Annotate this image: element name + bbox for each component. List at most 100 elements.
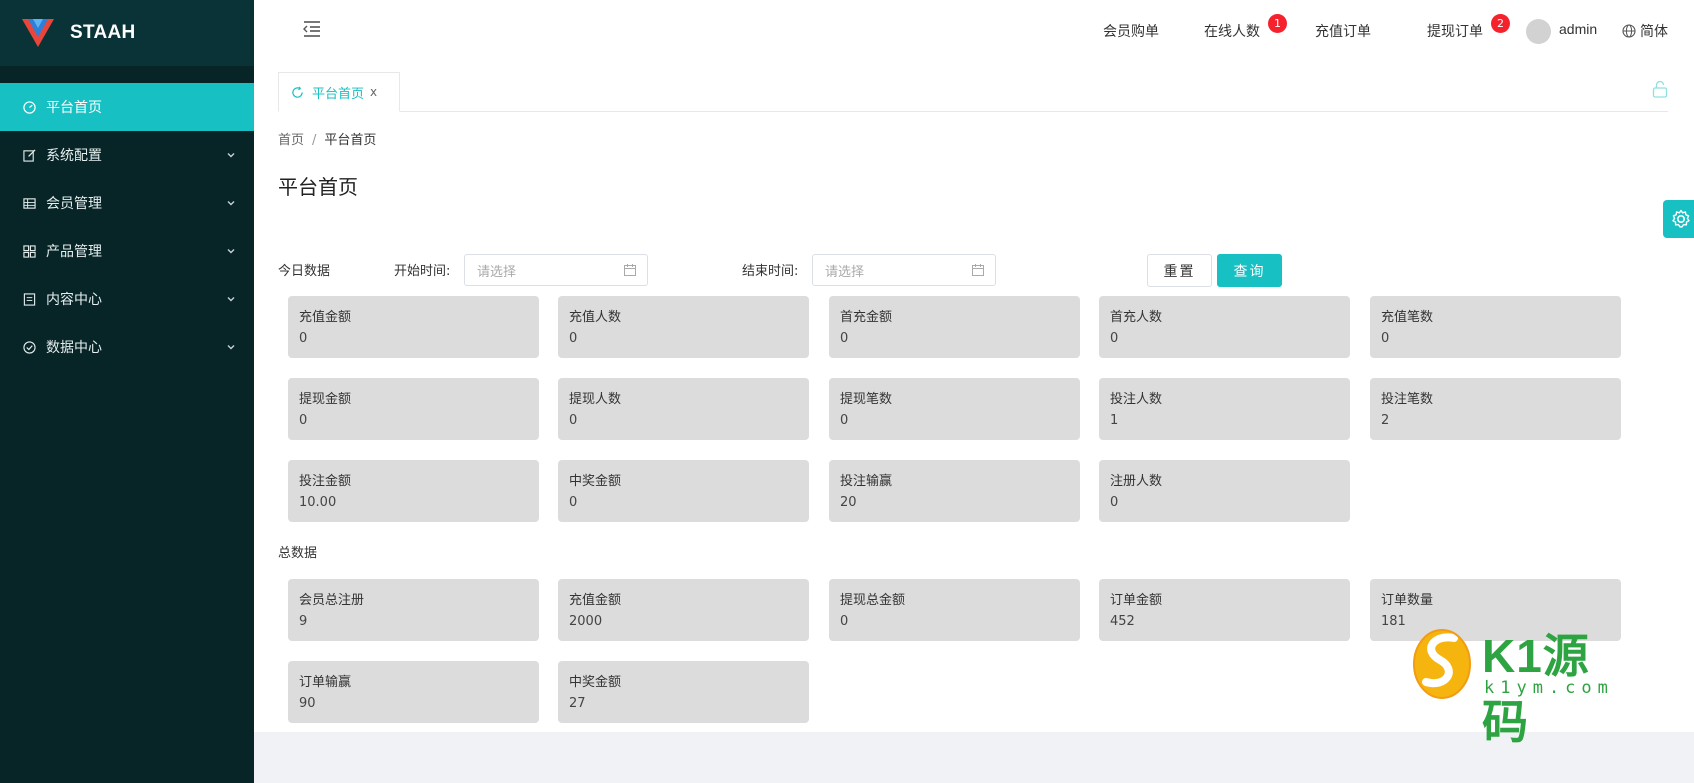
stat-card: 首充人数 0 (1099, 296, 1350, 358)
brand-name: STAAH (70, 22, 136, 43)
menu-collapse-icon[interactable] (302, 19, 322, 39)
page-title: 平台首页 (278, 175, 358, 199)
query-button[interactable]: 查询 (1217, 254, 1282, 287)
stat-value: 1 (1110, 413, 1119, 428)
today-section-label: 今日数据 (278, 264, 331, 279)
language-label: 简体 (1640, 24, 1668, 40)
stat-label: 中奖金额 (569, 474, 622, 489)
sidebar-item-label: 产品管理 (46, 244, 102, 260)
edit-icon (22, 148, 36, 162)
stat-label: 注册人数 (1110, 474, 1163, 489)
stat-card: 投注人数 1 (1099, 378, 1350, 440)
total-card: 订单输赢 90 (288, 661, 539, 723)
stat-value: 0 (569, 495, 578, 510)
stat-label: 提现总金额 (840, 593, 906, 608)
settings-drawer-button[interactable] (1663, 200, 1694, 238)
calendar-icon (624, 264, 636, 276)
stat-card: 充值人数 0 (558, 296, 809, 358)
gear-icon (1672, 209, 1690, 228)
breadcrumb-current: 平台首页 (324, 133, 377, 148)
stat-label: 会员总注册 (299, 593, 365, 608)
sidebar-item-label: 数据中心 (46, 340, 102, 356)
chevron-down-icon (227, 249, 235, 254)
stat-value: 0 (299, 331, 308, 346)
stat-card: 提现金额 0 (288, 378, 539, 440)
top-header: 会员购单 在线人数 1 充值订单 提现订单 2 admin 简体 (254, 0, 1694, 62)
total-card: 订单金额 452 (1099, 579, 1350, 641)
globe-icon (1622, 24, 1636, 38)
withdraw-orders-badge: 2 (1491, 14, 1510, 33)
stat-card: 充值金额 0 (288, 296, 539, 358)
sidebar-item-label: 会员管理 (46, 196, 102, 212)
stat-value: 0 (1110, 331, 1119, 346)
doc-icon (22, 292, 36, 306)
stat-label: 订单金额 (1110, 593, 1163, 608)
dashboard-icon (22, 100, 36, 114)
stat-card: 充值笔数 0 (1370, 296, 1621, 358)
end-time-label: 结束时间: (742, 264, 799, 279)
stat-label: 投注人数 (1110, 392, 1163, 407)
chevron-down-icon (227, 201, 235, 206)
stat-label: 中奖金额 (569, 675, 622, 690)
stat-value: 10.00 (299, 495, 337, 510)
grid-icon (22, 244, 36, 258)
sidebar-item-dashboard[interactable]: 平台首页 (0, 83, 254, 131)
stat-label: 订单输赢 (299, 675, 352, 690)
stat-label: 提现人数 (569, 392, 622, 407)
stat-label: 提现笔数 (840, 392, 893, 407)
stat-value: 0 (840, 331, 849, 346)
language-switch[interactable]: 简体 (1622, 21, 1668, 41)
start-time-input[interactable]: 请选择 (464, 254, 648, 286)
chevron-down-icon (227, 345, 235, 350)
sidebar-item-system-config[interactable]: 系统配置 (0, 131, 254, 179)
stat-label: 首充人数 (1110, 310, 1163, 325)
sidebar-item-label: 系统配置 (46, 148, 102, 164)
breadcrumb-home[interactable]: 首页 (278, 133, 304, 148)
sidebar-item-label: 内容中心 (46, 292, 102, 308)
total-card: 充值金额 2000 (558, 579, 809, 641)
watermark-logo-icon (1413, 629, 1471, 699)
stat-card: 投注金额 10.00 (288, 460, 539, 522)
watermark: K1源码 k1ym.com (1412, 620, 1627, 748)
stat-value: 0 (569, 331, 578, 346)
stat-value: 452 (1110, 614, 1135, 629)
tab-dashboard[interactable]: 平台首页 x (278, 72, 400, 112)
sidebar-item-products[interactable]: 产品管理 (0, 227, 254, 275)
stat-card: 提现人数 0 (558, 378, 809, 440)
end-time-placeholder: 请选择 (825, 264, 865, 280)
recharge-orders-link[interactable]: 充值订单 (1315, 21, 1371, 41)
tab-close-button[interactable]: x (370, 85, 377, 99)
online-users-badge: 1 (1268, 14, 1287, 33)
unlock-icon[interactable] (1652, 80, 1668, 98)
refresh-icon[interactable] (291, 86, 304, 99)
stat-card: 提现笔数 0 (829, 378, 1080, 440)
user-name[interactable]: admin (1559, 21, 1597, 37)
stat-label: 投注笔数 (1381, 392, 1434, 407)
avatar[interactable] (1526, 19, 1551, 44)
stat-value: 90 (299, 696, 316, 711)
stat-label: 充值金额 (299, 310, 352, 325)
brand[interactable]: STAAH (0, 0, 254, 66)
breadcrumb: 首页 / 平台首页 (278, 129, 376, 148)
withdraw-orders-link[interactable]: 提现订单 (1427, 21, 1483, 41)
stat-card: 投注输赢 20 (829, 460, 1080, 522)
stat-label: 充值人数 (569, 310, 622, 325)
end-time-input[interactable]: 请选择 (812, 254, 996, 286)
sidebar-item-label: 平台首页 (46, 100, 102, 116)
start-time-label: 开始时间: (394, 264, 451, 279)
table-icon (22, 196, 36, 210)
stat-label: 投注输赢 (840, 474, 893, 489)
online-users-link[interactable]: 在线人数 (1204, 21, 1260, 41)
stat-value: 20 (840, 495, 857, 510)
stat-label: 充值金额 (569, 593, 622, 608)
stat-card: 中奖金额 0 (558, 460, 809, 522)
member-orders-link[interactable]: 会员购单 (1103, 21, 1159, 41)
sidebar-item-members[interactable]: 会员管理 (0, 179, 254, 227)
sidebar-item-content[interactable]: 内容中心 (0, 275, 254, 323)
breadcrumb-separator: / (312, 133, 317, 148)
stat-value: 2000 (569, 614, 603, 629)
sidebar-item-data-center[interactable]: 数据中心 (0, 323, 254, 371)
reset-button[interactable]: 重置 (1147, 254, 1212, 287)
stat-label: 订单数量 (1381, 593, 1434, 608)
stat-value: 0 (569, 413, 578, 428)
